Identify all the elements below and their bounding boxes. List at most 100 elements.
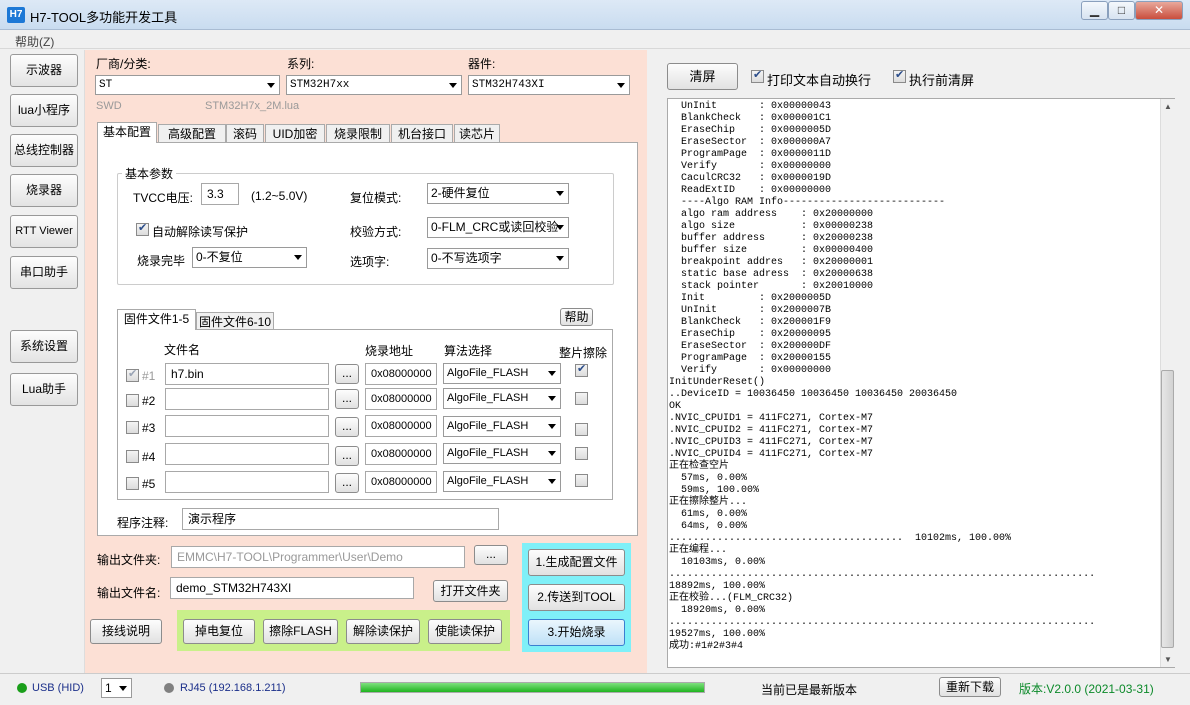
row4-algo-select[interactable]: AlgoFile_FLASH [443,443,561,464]
wiring-guide-button[interactable]: 接线说明 [90,619,162,644]
open-folder-button[interactable]: 打开文件夹 [433,580,508,602]
row2-algo-select[interactable]: AlgoFile_FLASH [443,388,561,409]
tab-firmware-1-5[interactable]: 固件文件1-5 [117,309,196,330]
nav-bus-controller-button[interactable]: 总线控制器 [10,134,78,167]
firmware-help-button[interactable]: 帮助 [560,308,593,326]
nav-lua-assistant-button[interactable]: Lua助手 [10,373,78,406]
minimize-button[interactable]: ▁ [1081,1,1108,20]
auto-unprotect-checkbox[interactable] [136,221,149,236]
row3-number: #3 [142,421,156,435]
nav-system-settings-button[interactable]: 系统设置 [10,330,78,363]
output-folder-input[interactable]: EMMC\H7-TOOL\Programmer\User\Demo [171,546,465,568]
row4-browse-button[interactable]: ... [335,446,359,466]
redownload-button[interactable]: 重新下载 [939,677,1001,697]
send-to-tool-button[interactable]: 2.传送到TOOL [528,584,625,611]
row3-erase-checkbox[interactable] [575,423,588,436]
chevron-down-icon [548,371,556,376]
row1-browse-button[interactable]: ... [335,364,359,384]
progress-fill [361,683,704,692]
row4-number: #4 [142,450,156,464]
row3-address-input[interactable]: 0x08000000 [365,415,437,437]
power-reset-button[interactable]: 掉电复位 [183,619,255,644]
row5-erase-checkbox[interactable] [575,474,588,487]
series-select-value: STM32H7xx [290,79,350,91]
start-burn-button[interactable]: 3.开始烧录 [528,619,625,646]
series-label: 系列: [287,57,315,71]
row3-algo-select[interactable]: AlgoFile_FLASH [443,416,561,437]
tab-firmware-6-10[interactable]: 固件文件6-10 [196,312,274,330]
chevron-down-icon [556,256,564,261]
output-filename-input[interactable]: demo_STM32H743XI [170,577,414,599]
scroll-up-icon[interactable]: ▲ [1164,102,1172,111]
clear-before-run-checkbox[interactable] [893,68,906,83]
close-button[interactable]: ✕ [1135,1,1183,20]
chevron-down-icon [548,451,556,456]
window-title: H7-TOOL多功能开发工具 [30,10,178,25]
row5-enable-checkbox[interactable] [126,477,139,490]
row2-erase-checkbox[interactable] [575,392,588,405]
clear-log-button[interactable]: 清屏 [667,63,738,90]
row1-file-input[interactable]: h7.bin [165,363,329,385]
progress-bar [360,682,705,693]
tvcc-input[interactable]: 3.3 [201,183,239,205]
enable-read-protect-button[interactable]: 使能读保护 [428,619,502,644]
log-scrollbar-thumb[interactable] [1161,370,1174,648]
row1-erase-checkbox[interactable] [575,362,588,377]
usb-index-select[interactable]: 1 [101,678,132,698]
row5-algo-value: AlgoFile_FLASH [447,475,529,487]
vendor-select[interactable]: ST [95,75,280,95]
auto-wrap-checkbox[interactable] [751,68,764,83]
maximize-button[interactable]: □ [1108,1,1135,20]
row4-file-input[interactable] [165,443,329,465]
remove-read-protect-button[interactable]: 解除读保护 [346,619,420,644]
program-note-input[interactable]: 演示程序 [182,508,499,530]
generate-config-button[interactable]: 1.生成配置文件 [528,549,625,576]
row1-number: #1 [142,369,156,383]
row5-browse-button[interactable]: ... [335,473,359,493]
log-output[interactable]: UnInit : 0x00000043 BlankCheck : 0x00000… [667,98,1175,668]
scroll-down-icon[interactable]: ▼ [1164,655,1172,664]
row4-address-input[interactable]: 0x08000000 [365,443,437,465]
row3-algo-value: AlgoFile_FLASH [447,420,529,432]
chevron-down-icon [119,686,127,691]
series-select[interactable]: STM32H7xx [286,75,462,95]
row2-file-input[interactable] [165,388,329,410]
chevron-down-icon [617,83,625,88]
row3-file-input[interactable] [165,415,329,437]
row1-enable-checkbox[interactable] [126,367,139,382]
reset-mode-select[interactable]: 2-硬件复位 [427,183,569,204]
menu-help[interactable]: 帮助(Z) [15,33,54,50]
nav-programmer-button[interactable]: 烧录器 [10,174,78,207]
verify-mode-select[interactable]: 0-FLM_CRC或读回校验 [427,217,569,238]
option-byte-select[interactable]: 0-不写选项字 [427,248,569,269]
tab-machine-interface[interactable]: 机台接口 [391,124,453,143]
row2-address-input[interactable]: 0x08000000 [365,388,437,410]
row3-enable-checkbox[interactable] [126,421,139,434]
tab-burn-limit[interactable]: 烧录限制 [326,124,390,143]
verify-mode-value: 0-FLM_CRC或读回校验 [431,220,559,234]
nav-rtt-viewer-button[interactable]: RTT Viewer [10,215,78,248]
erase-flash-button[interactable]: 擦除FLASH [263,619,338,644]
row2-enable-checkbox[interactable] [126,394,139,407]
chip-select[interactable]: STM32H743XI [468,75,630,95]
row5-file-input[interactable] [165,471,329,493]
row2-browse-button[interactable]: ... [335,389,359,409]
status-bar: USB (HID) 1 RJ45 (192.168.1.211) 当前已是最新版… [0,673,1190,705]
tab-basic[interactable]: 基本配置 [97,122,157,143]
tab-read-chip[interactable]: 读芯片 [454,124,500,143]
row4-enable-checkbox[interactable] [126,450,139,463]
tab-advanced[interactable]: 高级配置 [158,124,226,143]
row1-algo-select[interactable]: AlgoFile_FLASH [443,363,561,384]
tab-uid-encrypt[interactable]: UID加密 [265,124,325,143]
tab-rolling-code[interactable]: 滚码 [226,124,264,143]
output-folder-browse-button[interactable]: ... [474,545,508,565]
nav-serial-assistant-button[interactable]: 串口助手 [10,256,78,289]
row4-erase-checkbox[interactable] [575,447,588,460]
row5-algo-select[interactable]: AlgoFile_FLASH [443,471,561,492]
nav-lua-program-button[interactable]: lua小程序 [10,94,78,127]
row3-browse-button[interactable]: ... [335,417,359,437]
row1-address-input[interactable]: 0x08000000 [365,363,437,385]
after-burn-select[interactable]: 0-不复位 [192,247,307,268]
nav-oscilloscope-button[interactable]: 示波器 [10,54,78,87]
row5-address-input[interactable]: 0x08000000 [365,471,437,493]
